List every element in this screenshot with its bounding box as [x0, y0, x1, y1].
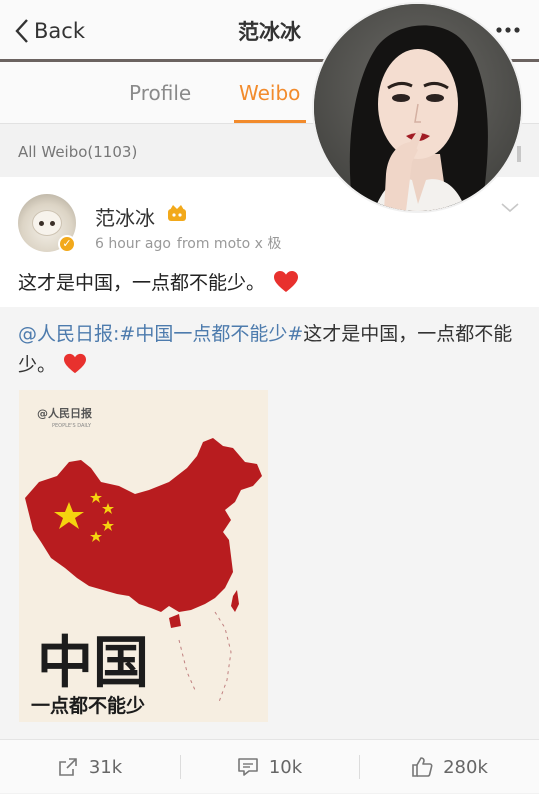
poster-slogan: 一点都不能少 — [31, 694, 145, 717]
post-action-bar: 31k 10k 280k — [0, 739, 539, 793]
post-source[interactable]: from moto x 极 — [177, 236, 281, 252]
repost-button[interactable]: 31k — [0, 740, 179, 794]
repost-mention[interactable]: @人民日报 — [18, 323, 113, 345]
post-meta: 6 hour ago from moto x 极 — [95, 233, 281, 253]
repost-block[interactable]: @人民日报:#中国一点都不能少#这才是中国，一点都不能少。 @人民日报 PEOP… — [0, 307, 539, 739]
comment-icon — [238, 758, 258, 776]
profile-photo[interactable] — [314, 4, 521, 211]
repost-text: @人民日报:#中国一点都不能少#这才是中国，一点都不能少。 — [18, 319, 518, 381]
vip-crown-icon[interactable] — [167, 204, 187, 222]
poster-logo-text: @人民日报 — [37, 406, 93, 420]
repost-count: 31k — [88, 756, 123, 778]
poster-logo-sub: PEOPLE'S DAILY — [52, 423, 92, 429]
post-author-name[interactable]: 范冰冰 — [95, 202, 155, 231]
thumbs-up-icon — [412, 757, 433, 777]
repost-hashtag[interactable]: #中国一点都不能少# — [119, 323, 303, 345]
tab-weibo[interactable]: Weibo — [239, 81, 300, 105]
post-time: 6 hour ago — [95, 236, 171, 252]
like-count: 280k — [443, 756, 488, 778]
comment-button[interactable]: 10k — [180, 740, 359, 794]
comment-count: 10k — [268, 756, 303, 778]
all-weibo-count[interactable]: All Weibo(1103) — [18, 143, 137, 161]
post-text-line: 这才是中国，一点都不能少。 — [18, 268, 299, 295]
repost-image[interactable]: @人民日报 PEOPLE'S DAILY 中国 一点都不能少 — [19, 390, 268, 722]
avatar-eye — [39, 221, 44, 226]
avatar-eye — [50, 221, 55, 226]
more-dots-icon[interactable] — [495, 26, 521, 34]
chevron-down-icon[interactable] — [501, 203, 519, 213]
heart-emoji-icon — [64, 353, 87, 374]
china-map-poster-image: @人民日报 PEOPLE'S DAILY 中国 一点都不能少 — [19, 390, 268, 722]
filter-icon[interactable] — [517, 146, 521, 162]
tab-profile[interactable]: Profile — [129, 81, 191, 105]
poster-headline: 中国 — [37, 630, 149, 696]
active-tab-indicator — [234, 120, 306, 123]
post-text: 这才是中国，一点都不能少。 — [18, 272, 266, 294]
verified-badge-icon: ✓ — [58, 235, 76, 253]
avatar-face — [32, 210, 62, 236]
like-button[interactable]: 280k — [360, 740, 539, 794]
share-icon — [59, 758, 77, 776]
heart-emoji-icon — [274, 270, 299, 292]
portrait-image — [314, 4, 521, 211]
